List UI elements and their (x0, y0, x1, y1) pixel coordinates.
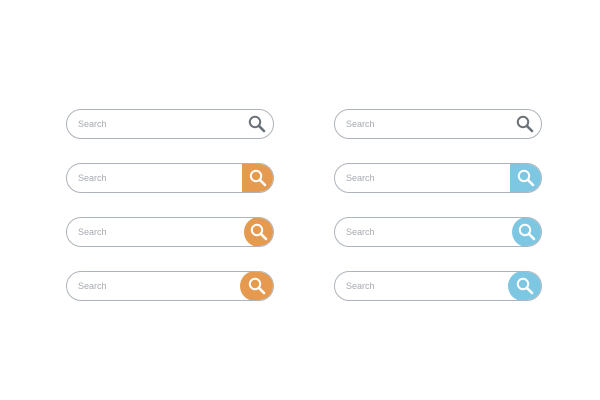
search-input-placeholder[interactable]: Search (78, 110, 107, 138)
search-icon (248, 115, 266, 133)
search-bar-circle-orange[interactable]: Search (66, 217, 274, 247)
search-bar-square-blue[interactable]: Search (334, 163, 542, 193)
search-icon (518, 223, 536, 241)
search-button[interactable] (510, 164, 541, 192)
search-input-placeholder[interactable]: Search (346, 218, 375, 246)
search-button[interactable] (240, 272, 273, 300)
search-bar-pill-orange[interactable]: Search (66, 271, 274, 301)
search-input-placeholder[interactable]: Search (78, 272, 107, 300)
search-input-placeholder[interactable]: Search (78, 218, 107, 246)
search-icon (516, 115, 534, 133)
search-bar-square-orange[interactable]: Search (66, 163, 274, 193)
search-bar-pill-blue[interactable]: Search (334, 271, 542, 301)
search-input-placeholder[interactable]: Search (346, 110, 375, 138)
search-input-placeholder[interactable]: Search (78, 164, 107, 192)
search-bar-plain-left[interactable]: Search (66, 109, 274, 139)
search-icon (249, 169, 267, 187)
search-input-placeholder[interactable]: Search (346, 164, 375, 192)
search-icon (250, 223, 268, 241)
search-button[interactable] (244, 218, 273, 246)
search-button[interactable] (240, 110, 273, 138)
search-icon (248, 277, 266, 295)
search-bar-plain-right[interactable]: Search (334, 109, 542, 139)
left-search-bar-column: Search Search Search Search (66, 109, 274, 325)
search-input-placeholder[interactable]: Search (346, 272, 375, 300)
search-icon (517, 169, 535, 187)
search-icon (516, 277, 534, 295)
search-button[interactable] (508, 272, 541, 300)
search-bar-circle-blue[interactable]: Search (334, 217, 542, 247)
search-button[interactable] (242, 164, 273, 192)
search-button[interactable] (508, 110, 541, 138)
right-search-bar-column: Search Search Search Search (334, 109, 542, 325)
search-button[interactable] (512, 218, 541, 246)
